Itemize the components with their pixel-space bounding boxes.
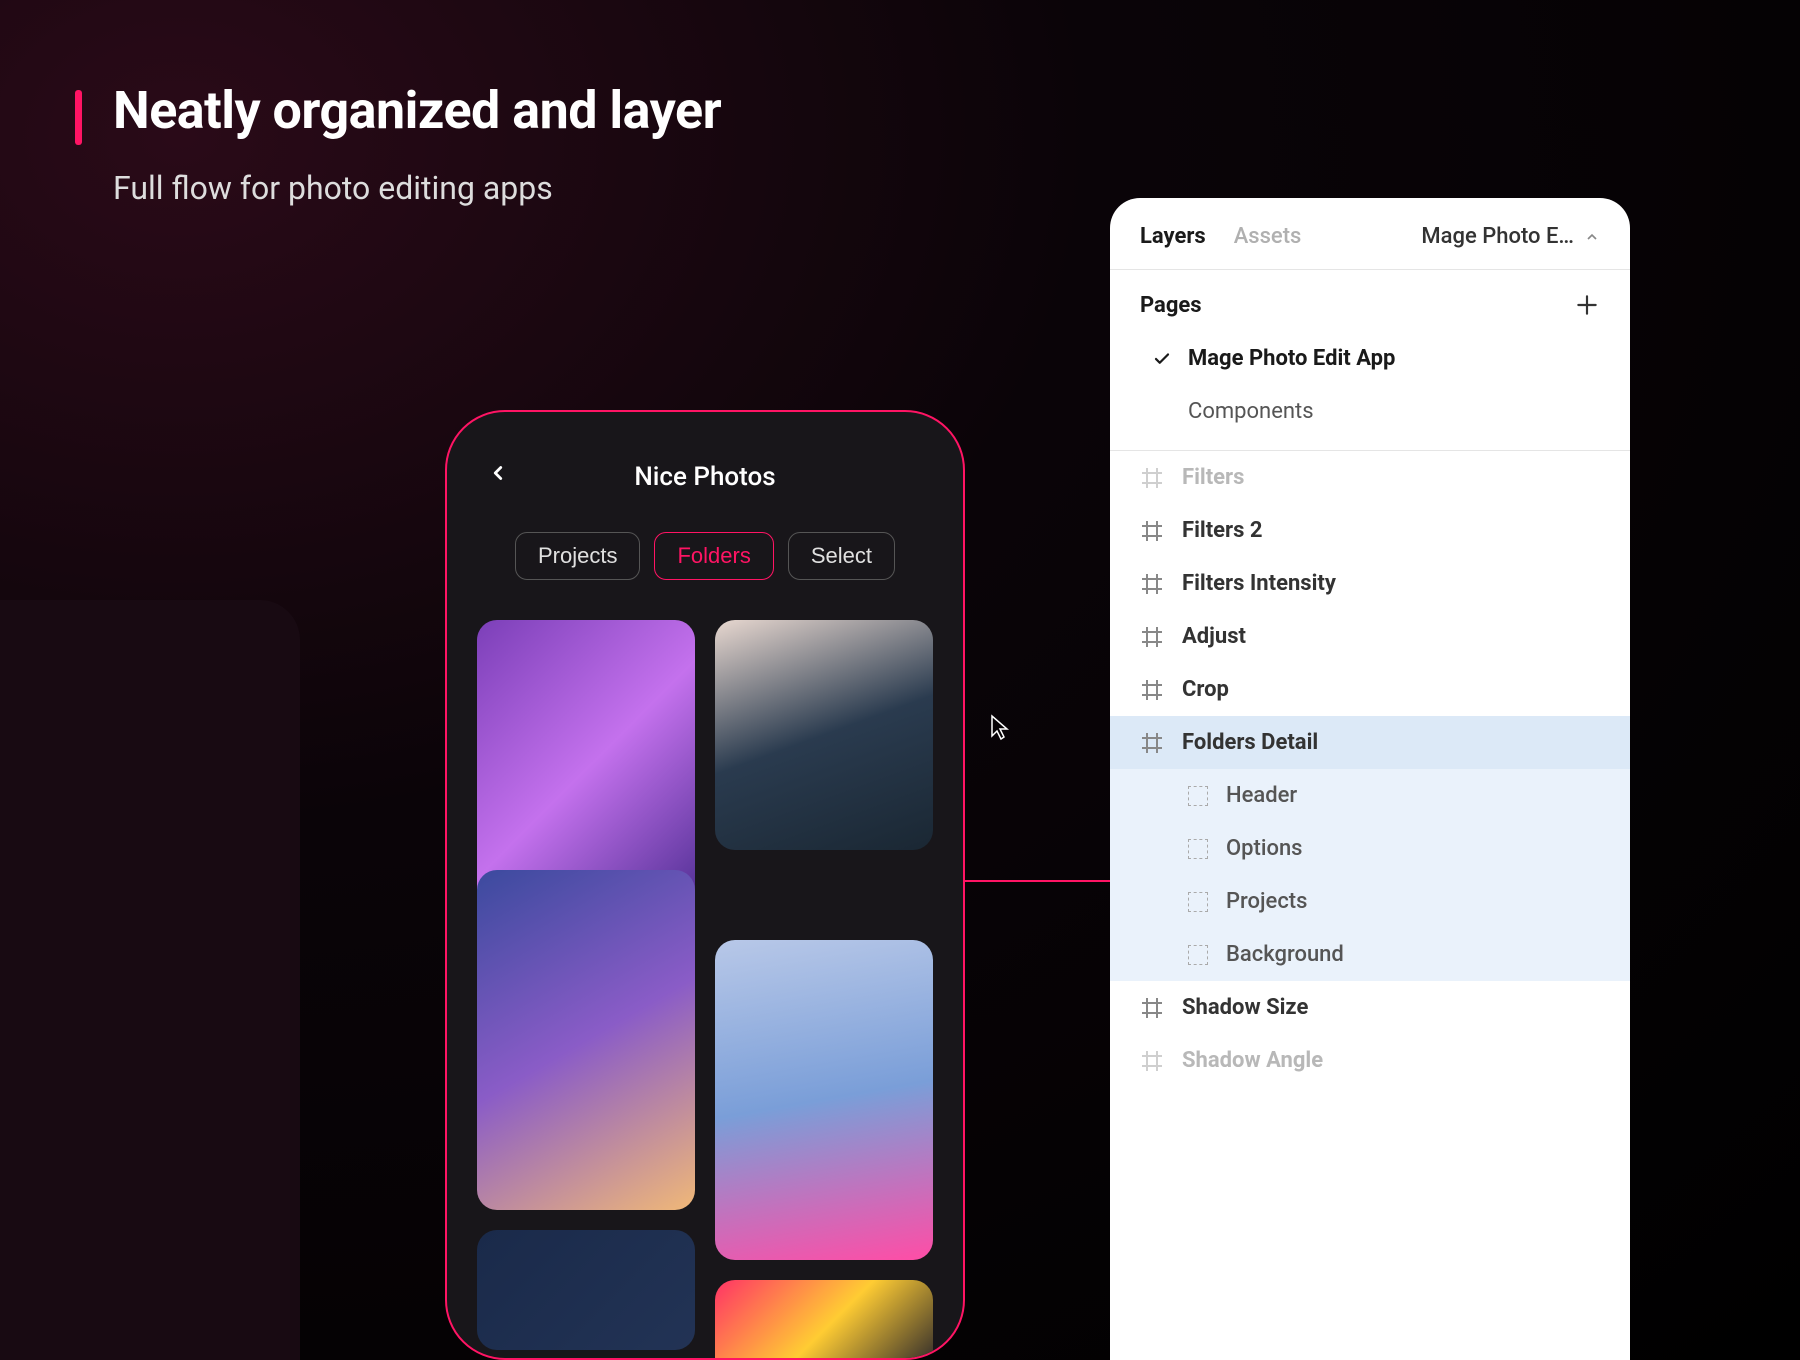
chevron-up-icon: [1584, 229, 1600, 245]
layer-label: Projects: [1226, 889, 1307, 914]
layer-label: Adjust: [1182, 624, 1246, 649]
frame-icon: [1140, 731, 1164, 755]
frame-icon: [1140, 466, 1164, 490]
layer-label: Crop: [1182, 677, 1229, 702]
layer-label: Shadow Size: [1182, 995, 1308, 1020]
page-item[interactable]: Components: [1110, 385, 1630, 438]
layer-label: Background: [1226, 942, 1344, 967]
frame-icon: [1140, 996, 1164, 1020]
phone-title: Nice Photos: [634, 462, 775, 492]
layer-child[interactable]: Options: [1110, 822, 1630, 875]
phone-header: Nice Photos: [477, 452, 933, 502]
connector-line: [965, 880, 1115, 882]
project-name: Mage Photo E…: [1421, 224, 1574, 249]
pages-header: Pages: [1110, 270, 1630, 332]
photo-thumbnail[interactable]: [715, 620, 933, 850]
tab-select[interactable]: Select: [788, 532, 895, 580]
hero-subtitle: Full flow for photo editing apps: [113, 169, 721, 207]
frame-icon: [1140, 1049, 1164, 1073]
group-icon: [1188, 839, 1208, 859]
hero: Neatly organized and layer Full flow for…: [75, 80, 721, 207]
check-icon: [1152, 350, 1172, 368]
tab-folders[interactable]: Folders: [654, 532, 773, 580]
layers-list: Filters Filters 2 Filters Intensity Adju…: [1110, 450, 1630, 1087]
phone-tabs: Projects Folders Select: [477, 532, 933, 580]
photo-thumbnail[interactable]: [477, 870, 695, 1210]
photo-thumbnail[interactable]: [477, 1230, 695, 1350]
layer-child[interactable]: Background: [1110, 928, 1630, 981]
frame-icon: [1140, 519, 1164, 543]
page-label: Components: [1188, 399, 1314, 424]
layer-label: Filters 2: [1182, 518, 1263, 543]
layer-row-selected[interactable]: Folders Detail: [1110, 716, 1630, 769]
tab-projects[interactable]: Projects: [515, 532, 640, 580]
layer-label: Folders Detail: [1182, 730, 1318, 755]
layer-row[interactable]: Adjust: [1110, 610, 1630, 663]
layer-child[interactable]: Projects: [1110, 875, 1630, 928]
photo-grid: [477, 620, 933, 1360]
accent-bar: [75, 90, 82, 145]
photo-thumbnail[interactable]: [715, 1280, 933, 1360]
add-page-button[interactable]: [1574, 292, 1600, 318]
photo-thumbnail[interactable]: [715, 940, 933, 1260]
project-dropdown[interactable]: Mage Photo E…: [1421, 224, 1600, 249]
layer-row[interactable]: Filters: [1110, 451, 1630, 504]
layer-label: Header: [1226, 783, 1297, 808]
back-button[interactable]: [487, 462, 517, 492]
layer-row[interactable]: Filters Intensity: [1110, 557, 1630, 610]
frame-icon: [1140, 625, 1164, 649]
layer-label: Filters: [1182, 465, 1244, 490]
group-icon: [1188, 945, 1208, 965]
plus-icon: [1574, 292, 1600, 318]
layer-label: Filters Intensity: [1182, 571, 1336, 596]
group-icon: [1188, 786, 1208, 806]
tab-layers[interactable]: Layers: [1140, 224, 1206, 249]
hero-title: Neatly organized and layer: [113, 80, 721, 141]
panel-tabs: Layers Assets Mage Photo E…: [1110, 198, 1630, 269]
layer-child[interactable]: Header: [1110, 769, 1630, 822]
layer-label: Shadow Angle: [1182, 1048, 1323, 1073]
chevron-left-icon: [487, 462, 509, 484]
pages-heading: Pages: [1140, 293, 1202, 318]
page-item[interactable]: Mage Photo Edit App: [1110, 332, 1630, 385]
layer-row[interactable]: Crop: [1110, 663, 1630, 716]
pages-section: Pages Mage Photo Edit App Components: [1110, 269, 1630, 438]
layer-row[interactable]: Filters 2: [1110, 504, 1630, 557]
layer-label: Options: [1226, 836, 1303, 861]
layer-row[interactable]: Shadow Size: [1110, 981, 1630, 1034]
background-panel: [0, 600, 300, 1360]
frame-icon: [1140, 678, 1164, 702]
layer-row[interactable]: Shadow Angle: [1110, 1034, 1630, 1087]
cursor-icon: [990, 714, 1010, 742]
layers-panel: Layers Assets Mage Photo E… Pages Mage P…: [1110, 198, 1630, 1360]
phone-mockup: Nice Photos Projects Folders Select: [445, 410, 965, 1360]
page-label: Mage Photo Edit App: [1188, 346, 1395, 371]
tab-assets[interactable]: Assets: [1234, 224, 1302, 249]
group-icon: [1188, 892, 1208, 912]
frame-icon: [1140, 572, 1164, 596]
